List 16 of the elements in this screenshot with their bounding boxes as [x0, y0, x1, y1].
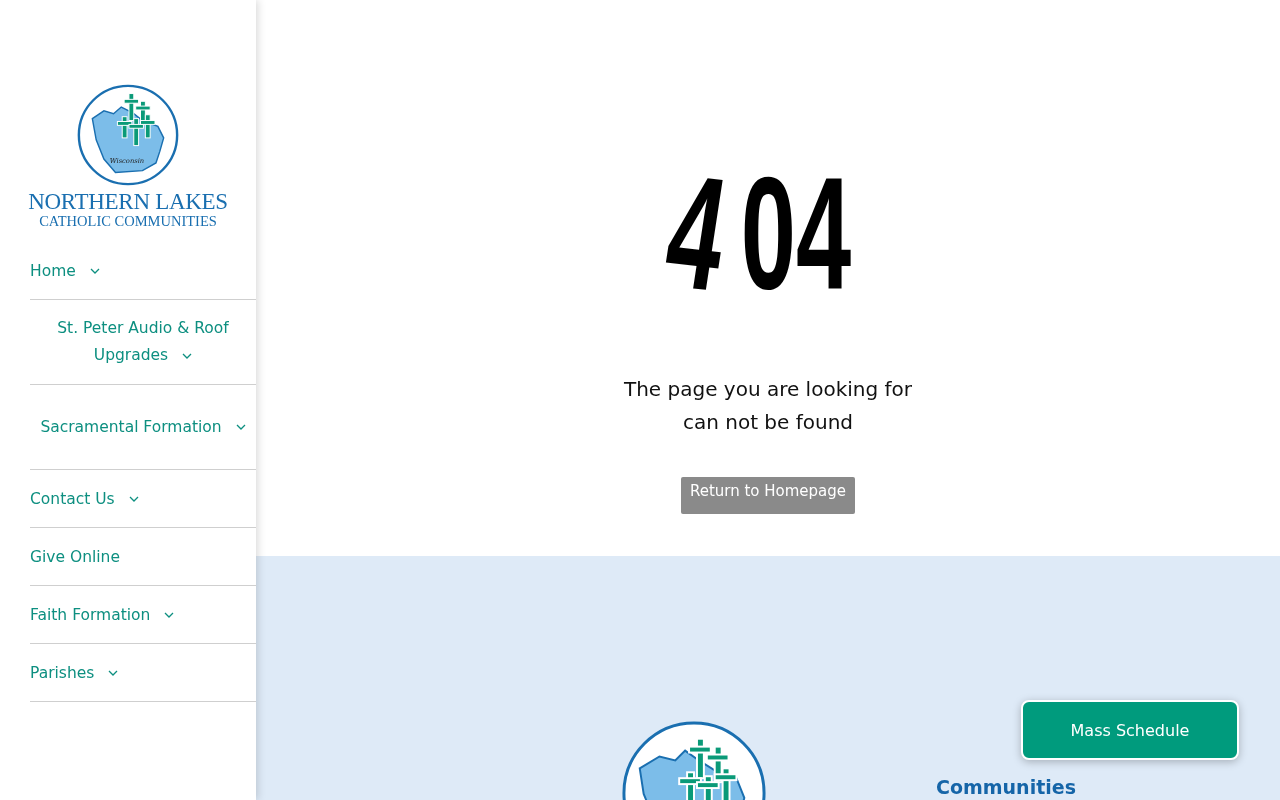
nav-label: Parishes — [30, 663, 119, 682]
error-code-digit: 4 — [657, 155, 735, 311]
mass-schedule-button[interactable]: Mass Schedule — [1021, 700, 1239, 760]
logo-subtitle: CATHOLIC COMMUNITIES — [39, 214, 217, 228]
return-home-button[interactable]: Return to Homepage — [680, 477, 856, 514]
nav-label: Home — [30, 261, 100, 280]
footer-title: Communities — [936, 775, 1076, 800]
logo-title: NORTHERN LAKES — [28, 190, 228, 214]
nav-label: Faith Formation — [30, 605, 175, 624]
error-message: The page you are looking for — [623, 376, 913, 403]
error-code-digits: 04 — [740, 158, 851, 308]
nav-label: Give Online — [30, 547, 120, 566]
nav-label: Contact Us — [30, 489, 139, 508]
error-message: can not be found — [681, 409, 855, 436]
nav-label: St. Peter Audio & Roof Upgrades — [56, 318, 230, 366]
nav-label: Sacramental Formation — [40, 413, 246, 441]
